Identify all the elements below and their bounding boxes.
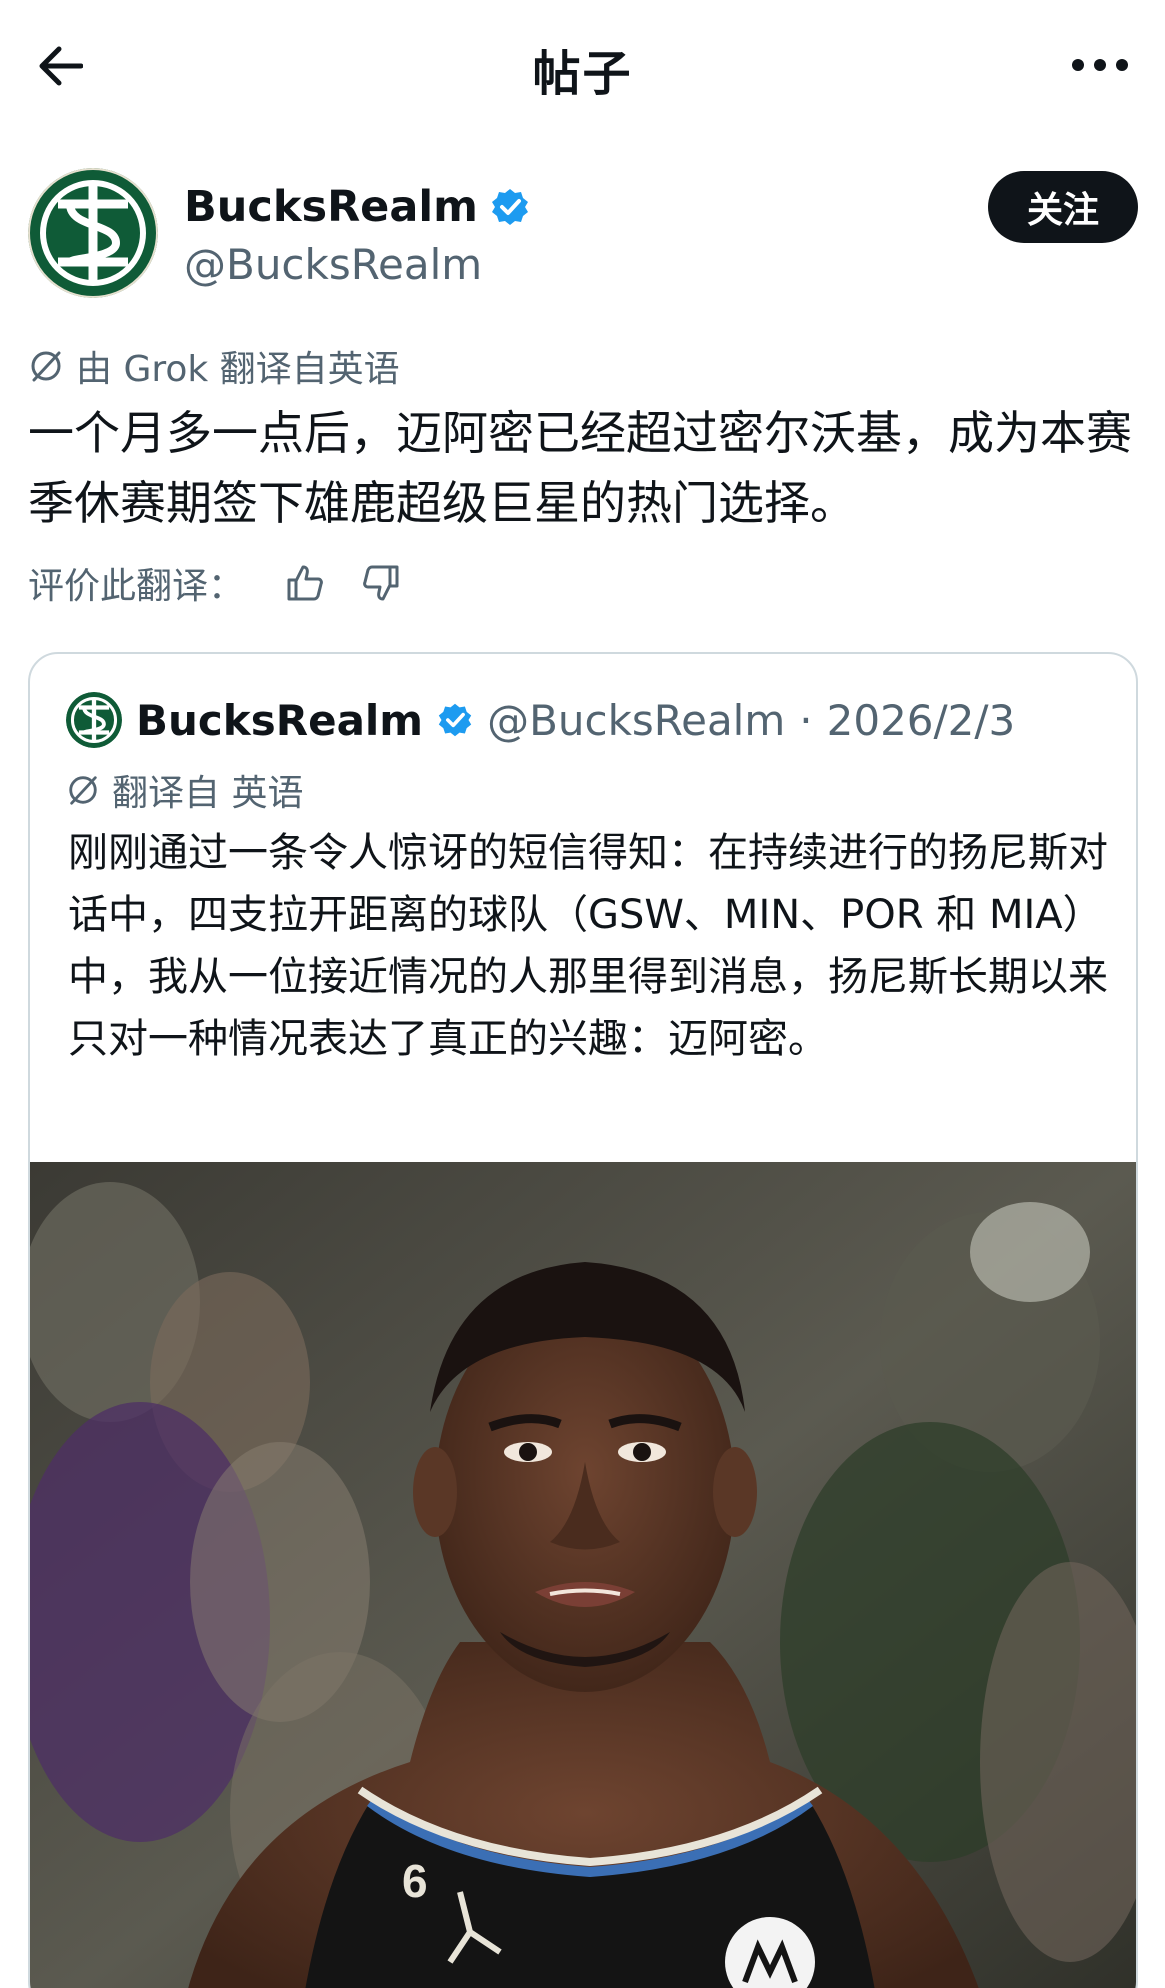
author-handle: @BucksRealm [184,240,483,289]
quoted-post-text: 刚刚通过一条令人惊讶的短信得知：在持续进行的扬尼斯对话中，四支拉开距离的球队（G… [68,830,1108,1062]
post-author: BucksRealm @BucksRealm 关注 [28,168,1138,303]
more-icon [1072,59,1128,71]
rate-translation: 评价此翻译： [28,558,406,608]
bucks-logo-icon [66,692,122,748]
thumbs-down-button[interactable] [356,558,406,608]
quoted-post-header: BucksRealm @BucksRealm · 2026/2/3 [66,692,1015,748]
verified-badge-icon [438,703,472,737]
page-title: 帖子 [532,46,633,102]
thumbs-up-button[interactable] [280,558,330,608]
quoted-post[interactable]: BucksRealm @BucksRealm · 2026/2/3 翻译自 英语… [28,652,1138,1988]
jersey-number: 6 [402,1855,428,1907]
author-name[interactable]: BucksRealm [184,182,530,232]
translation-notice-text: 由 Grok 翻译自英语 [76,349,400,390]
author-name-text: BucksRealm [184,182,478,232]
quoted-translation-text: 翻译自 英语 [112,773,304,814]
thumbs-down-icon [363,565,399,601]
thumbs-up-icon [287,565,323,601]
follow-button[interactable]: 关注 [988,171,1138,243]
top-bar: 帖子 [0,0,1165,130]
avatar[interactable] [28,168,158,298]
quoted-post-date: 2026/2/3 [826,695,1016,745]
translation-notice[interactable]: 由 Grok 翻译自英语 [28,340,400,392]
quoted-author-handle: @BucksRealm [487,695,786,745]
verified-badge-icon [491,189,528,225]
translate-icon [69,776,97,805]
rate-translation-label: 评价此翻译： [28,566,245,607]
more-options-button[interactable] [1065,40,1135,90]
bucks-logo-icon [28,168,158,298]
quoted-author-name: BucksRealm [136,695,424,745]
translate-icon [31,351,61,382]
quoted-post-photo[interactable]: 6 [30,1162,1138,1988]
quoted-translation-notice: 翻译自 英语 [66,764,303,816]
post-text: 一个月多一点后，迈阿密已经超过密尔沃基，成为本赛季休赛期签下雄鹿超级巨星的热门选… [28,406,1132,530]
quoted-avatar [66,692,122,748]
separator-dot: · [799,695,813,745]
